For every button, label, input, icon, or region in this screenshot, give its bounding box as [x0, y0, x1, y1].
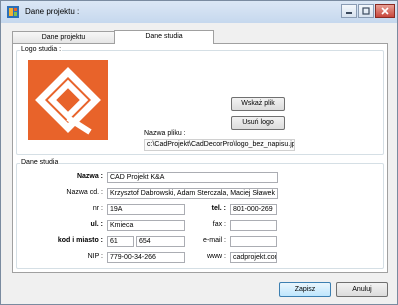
nazwa-cd-label: Nazwa cd. : [66, 189, 103, 196]
tab-label: Dane projektu [41, 34, 86, 41]
dialog-window: Dane projektu : Dane projektu Dane studi… [0, 0, 398, 305]
www-input[interactable]: cadprojekt.com.pl [230, 252, 277, 263]
select-file-button[interactable]: Wskaż plik [231, 97, 285, 111]
save-button[interactable]: Zapisz [279, 282, 331, 297]
nazwa-input[interactable]: CAD Projekt K&A [107, 172, 278, 183]
minimize-icon [346, 12, 352, 14]
ul-label: ul. : [90, 221, 103, 228]
file-path-field: c:\CadProjekt\CadDecorPro\logo_bez_napis… [144, 139, 295, 151]
tel-label: tel. : [211, 205, 226, 212]
logo-group: Logo studia : Wskaż plik Usuń logo Nazwa… [16, 46, 384, 155]
maximize-icon [362, 7, 370, 15]
miasto-input[interactable]: 654 [136, 236, 185, 247]
nip-label: NIP : [87, 253, 103, 260]
cancel-button[interactable]: Anuluj [336, 282, 388, 297]
www-label: www : [206, 253, 226, 260]
app-icon [7, 6, 19, 18]
ul-input[interactable]: Kmieca [107, 220, 185, 231]
file-name-label: Nazwa pliku : [144, 130, 186, 137]
fax-input[interactable] [230, 220, 277, 231]
email-input[interactable] [230, 236, 277, 247]
maximize-button[interactable] [358, 4, 374, 18]
close-button[interactable] [375, 4, 395, 18]
minimize-button[interactable] [341, 4, 357, 18]
title-bar[interactable]: Dane projektu : [1, 1, 397, 23]
nazwa-cd-input[interactable]: Krzysztof Dabrowski, Adam Sterczala, Mac… [107, 188, 278, 199]
remove-logo-button[interactable]: Usuń logo [231, 116, 285, 130]
studio-logo-image [28, 60, 108, 140]
logo-group-legend: Logo studia : [20, 46, 63, 53]
nip-input[interactable]: 779-00-34-266 [107, 252, 185, 263]
close-icon [381, 7, 389, 15]
tel-input[interactable]: 801-000-269 [230, 204, 277, 215]
kod-input[interactable]: 61 [107, 236, 134, 247]
nr-label: nr : [92, 205, 103, 212]
window-title: Dane projektu : [25, 7, 80, 16]
studio-data-group: Dane studia Nazwa : CAD Projekt K&A Nazw… [16, 159, 384, 269]
nr-input[interactable]: 19A [107, 204, 185, 215]
tab-panel: Logo studia : Wskaż plik Usuń logo Nazwa… [12, 43, 388, 273]
tab-label: Dane studia [145, 33, 183, 40]
email-label: e-mail : [203, 237, 226, 244]
studio-group-legend: Dane studia [20, 159, 60, 166]
kod-label: kod i miasto : [57, 237, 103, 244]
nazwa-label: Nazwa : [76, 173, 103, 180]
dialog-footer: Zapisz Anuluj [1, 274, 397, 304]
fax-label: fax : [212, 221, 226, 228]
tab-dane-studia[interactable]: Dane studia [114, 30, 214, 44]
